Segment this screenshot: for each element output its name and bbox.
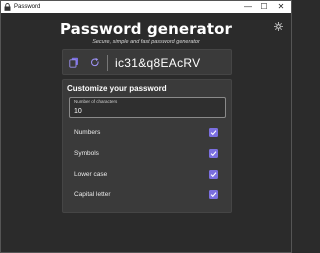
check-icon bbox=[210, 192, 217, 198]
option-numbers[interactable]: Numbers bbox=[74, 127, 224, 139]
title-bar: Password — ☐ ✕ bbox=[1, 1, 291, 13]
generated-password: ic31&q8EAcRV bbox=[115, 56, 201, 70]
option-label: Lower case bbox=[74, 171, 108, 178]
copy-icon[interactable] bbox=[69, 57, 79, 68]
check-icon bbox=[210, 172, 217, 178]
minimize-button[interactable]: — bbox=[240, 1, 256, 13]
page-subtitle: Secure, simple and fast password generat… bbox=[92, 39, 200, 45]
password-card: ic31&q8EAcRV bbox=[62, 49, 232, 75]
option-label: Symbols bbox=[74, 150, 99, 157]
app-window: Password — ☐ ✕ Password generator Secure… bbox=[0, 0, 292, 253]
close-button[interactable]: ✕ bbox=[273, 1, 289, 13]
option-symbols[interactable]: Symbols bbox=[74, 148, 224, 160]
window-title: Password bbox=[14, 4, 41, 10]
lock-icon bbox=[4, 3, 11, 11]
numbers-checkbox[interactable] bbox=[209, 128, 218, 137]
maximize-button[interactable]: ☐ bbox=[256, 1, 272, 13]
sun-icon[interactable] bbox=[274, 22, 283, 31]
option-label: Numbers bbox=[74, 129, 101, 136]
option-lower-case[interactable]: Lower case bbox=[74, 169, 224, 181]
settings-title: Customize your password bbox=[67, 84, 167, 93]
check-icon bbox=[210, 151, 217, 157]
refresh-icon[interactable] bbox=[90, 57, 100, 68]
capital-letter-checkbox[interactable] bbox=[209, 190, 218, 199]
settings-card: Customize your password Number of charac… bbox=[62, 79, 232, 213]
symbols-checkbox[interactable] bbox=[209, 149, 218, 158]
length-label: Number of characters bbox=[74, 99, 118, 104]
length-input[interactable]: 10 bbox=[74, 107, 82, 116]
check-icon bbox=[210, 130, 217, 136]
divider bbox=[107, 55, 108, 71]
length-field[interactable]: Number of characters 10 bbox=[69, 97, 226, 118]
option-capital-letter[interactable]: Capital letter bbox=[74, 189, 224, 201]
option-label: Capital letter bbox=[74, 191, 111, 198]
lower-case-checkbox[interactable] bbox=[209, 170, 218, 179]
page-title: Password generator bbox=[59, 20, 233, 38]
